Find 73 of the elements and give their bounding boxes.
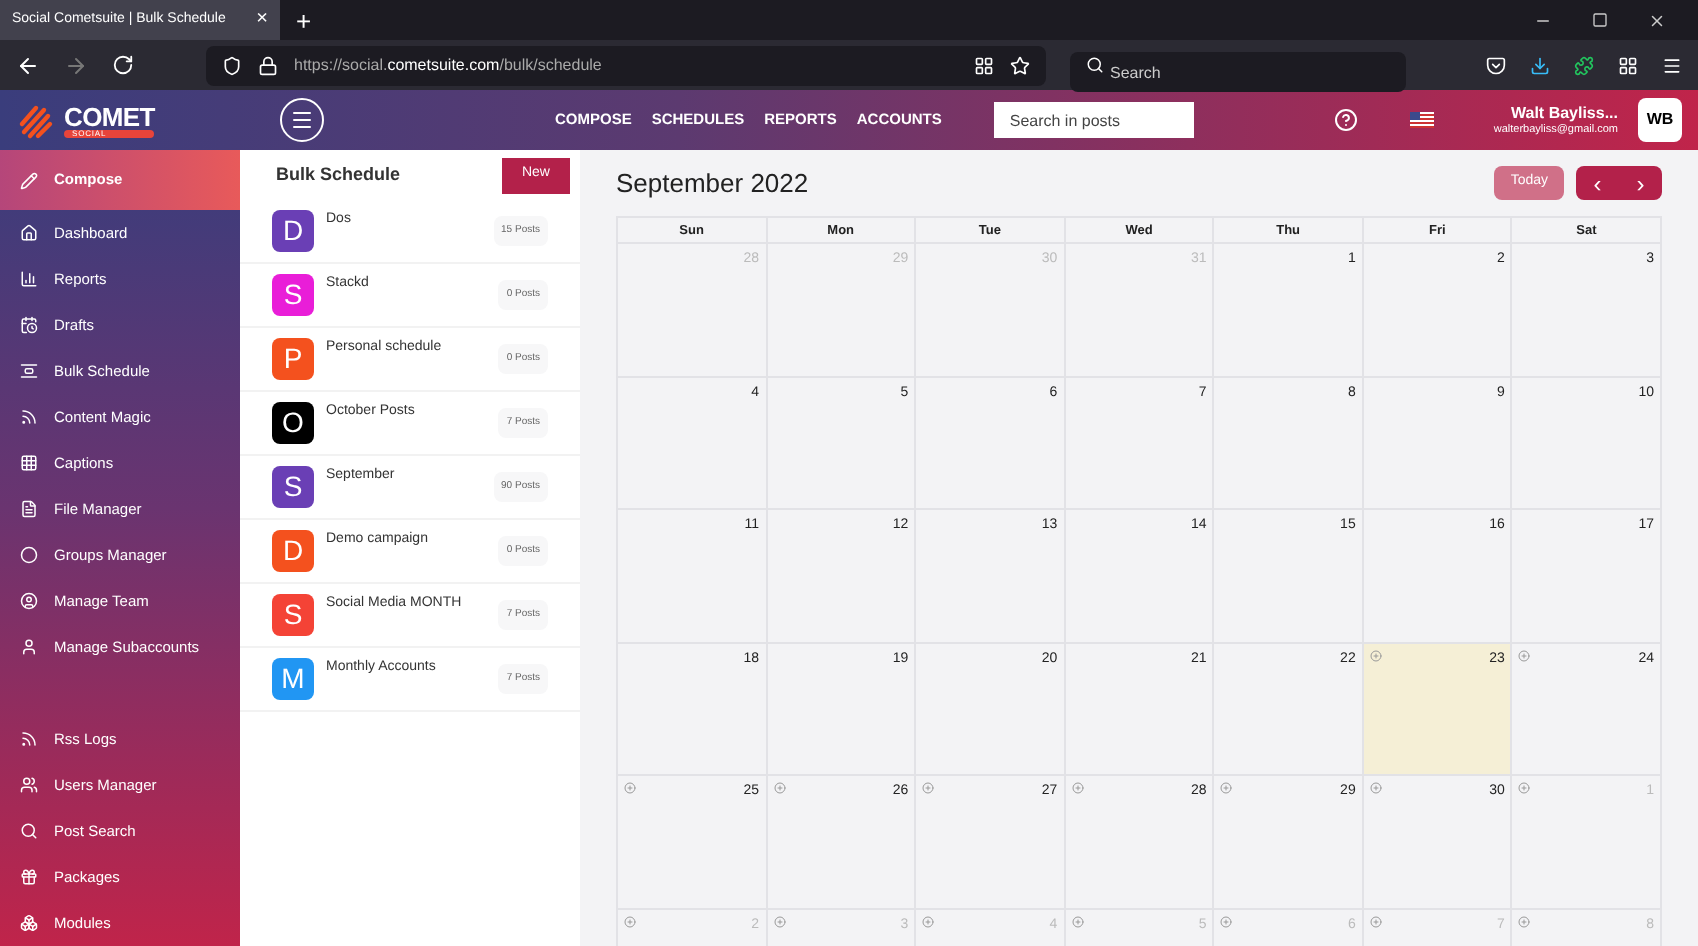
- schedule-avatar: P: [272, 338, 314, 380]
- url-text: https://social.cometsuite.com/bulk/schedule: [294, 53, 602, 77]
- logo-text: COMET: [64, 103, 155, 129]
- menu-icon: [290, 108, 314, 132]
- add-post-icon[interactable]: [1220, 915, 1233, 927]
- add-post-icon[interactable]: [1071, 915, 1084, 927]
- new-tab-button[interactable]: +: [296, 7, 312, 33]
- search-icon: [1086, 56, 1104, 74]
- lock-icon: [258, 55, 278, 75]
- users-icon: [20, 776, 38, 794]
- reload-icon[interactable]: [112, 54, 134, 76]
- add-post-icon[interactable]: [1369, 915, 1382, 927]
- browser-search-field[interactable]: Search: [1070, 52, 1406, 92]
- maximize-icon[interactable]: [1592, 12, 1608, 28]
- home-icon: [20, 224, 38, 242]
- add-post-icon[interactable]: [624, 915, 636, 927]
- user-icon: [20, 638, 38, 656]
- star-icon[interactable]: [1010, 55, 1030, 75]
- close-icon[interactable]: ×: [256, 10, 268, 30]
- rss-icon: [20, 408, 38, 426]
- schedule-avatar: M: [272, 658, 314, 700]
- schedule-avatar: S: [272, 466, 314, 508]
- pencil-icon: [20, 171, 38, 189]
- bars-icon: [20, 362, 38, 380]
- add-post-icon[interactable]: [922, 915, 935, 927]
- posts-search-field[interactable]: Search in posts: [993, 102, 1194, 138]
- close-window-icon[interactable]: [1648, 11, 1666, 29]
- add-post-icon[interactable]: [922, 782, 935, 794]
- help-icon[interactable]: [1333, 108, 1358, 132]
- next-button[interactable]: ›: [1636, 171, 1645, 195]
- add-post-icon[interactable]: [624, 782, 636, 794]
- rss-icon: [20, 730, 38, 748]
- apps-icon[interactable]: [1618, 55, 1638, 75]
- hamburger-button[interactable]: [280, 98, 324, 142]
- add-post-icon[interactable]: [1369, 782, 1382, 794]
- add-post-icon[interactable]: [1518, 915, 1531, 927]
- pocket-icon[interactable]: [1486, 55, 1506, 75]
- bar-chart-icon: [20, 270, 38, 288]
- user-avatar[interactable]: WB: [1638, 98, 1682, 142]
- forward-icon[interactable]: [64, 53, 88, 77]
- schedule-avatar: D: [272, 210, 314, 252]
- add-post-icon[interactable]: [1518, 782, 1531, 794]
- grid-icon: [20, 454, 38, 472]
- extension-icon[interactable]: [1574, 55, 1594, 75]
- add-post-icon[interactable]: [773, 782, 786, 794]
- boxes-icon: [20, 914, 38, 932]
- schedule-avatar: S: [272, 274, 314, 316]
- schedule-avatar: D: [272, 530, 314, 572]
- gift-icon: [20, 868, 38, 886]
- add-post-icon[interactable]: [773, 915, 786, 927]
- download-icon[interactable]: [1530, 55, 1550, 75]
- user-name: Walt Bayliss...: [1511, 103, 1618, 122]
- add-post-icon[interactable]: [1220, 782, 1233, 794]
- calendar-icon: [20, 316, 38, 334]
- flag-icon[interactable]: [1409, 112, 1434, 128]
- add-post-icon[interactable]: [1071, 782, 1084, 794]
- schedule-avatar: O: [272, 402, 314, 444]
- logo-mark-icon: [16, 100, 56, 140]
- month-title: September 2022: [616, 165, 809, 202]
- file-icon: [20, 500, 38, 518]
- add-post-icon[interactable]: [1518, 649, 1531, 661]
- address-bar[interactable]: https://social.cometsuite.com/bulk/schedule: [206, 45, 1046, 85]
- menu-icon[interactable]: [1662, 55, 1682, 75]
- user-circle-icon: [20, 592, 38, 610]
- schedule-avatar: S: [272, 594, 314, 636]
- grid-icon[interactable]: [974, 55, 994, 75]
- add-post-icon[interactable]: [1369, 649, 1382, 661]
- shield-icon: [222, 55, 242, 75]
- back-icon[interactable]: [16, 53, 40, 77]
- circle-icon: [20, 546, 38, 564]
- search-icon: [20, 822, 38, 840]
- previous-button[interactable]: ‹: [1593, 171, 1602, 195]
- panel-title: Bulk Schedule: [276, 161, 401, 188]
